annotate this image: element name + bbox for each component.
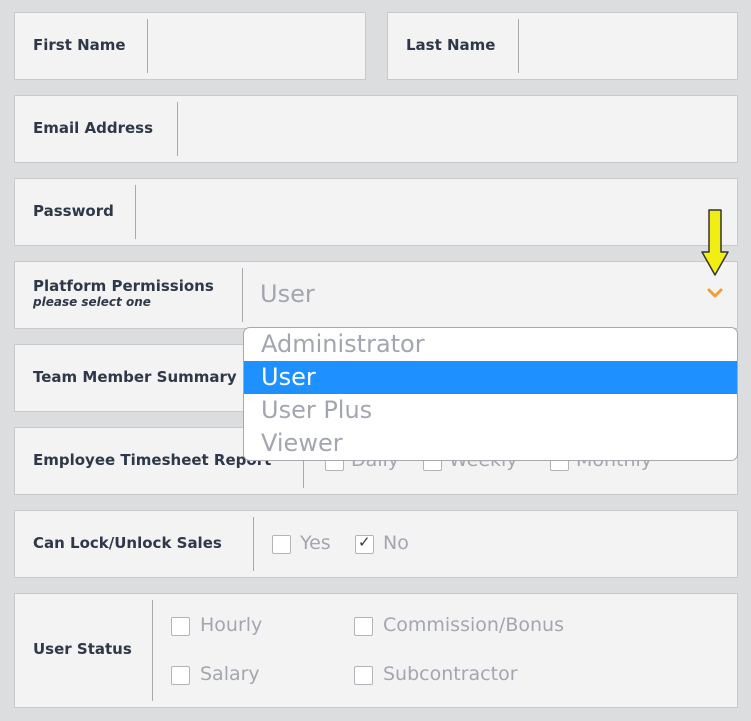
lock-yes-checkbox[interactable] [272, 535, 291, 554]
last-name-row: Last Name [387, 12, 738, 80]
down-arrow-annotation-icon [701, 209, 729, 276]
lock-sales-row: Can Lock/Unlock Sales Yes No [14, 510, 738, 578]
commission-bonus-label: Commission/Bonus [383, 614, 564, 636]
email-label: Email Address [33, 119, 154, 137]
lock-no-label: No [383, 532, 409, 554]
team-summary-label: Team Member Summary [33, 368, 237, 386]
subcontractor-label: Subcontractor [383, 663, 518, 685]
lock-yes-label: Yes [300, 532, 331, 554]
email-row: Email Address [14, 95, 738, 163]
permissions-label: Platform Permissions [33, 277, 214, 295]
permissions-hint: please select one [33, 295, 151, 309]
permissions-dropdown-list: Administrator User User Plus Viewer [243, 327, 738, 461]
permissions-select[interactable]: User [244, 262, 737, 328]
dropdown-option-user[interactable]: User [244, 361, 737, 394]
first-name-input[interactable] [149, 13, 365, 79]
separator [135, 185, 136, 239]
password-label: Password [33, 202, 114, 220]
first-name-label: First Name [33, 36, 126, 54]
hourly-label: Hourly [200, 614, 263, 636]
last-name-label: Last Name [406, 36, 496, 54]
dropdown-option-administrator[interactable]: Administrator [244, 328, 737, 361]
separator [518, 19, 519, 73]
timesheet-label: Employee Timesheet Report [33, 451, 272, 469]
user-status-label: User Status [33, 640, 132, 658]
permissions-selected-value: User [260, 280, 315, 308]
commission-bonus-checkbox[interactable] [354, 617, 373, 636]
salary-checkbox[interactable] [171, 666, 190, 685]
separator [152, 600, 153, 701]
salary-label: Salary [200, 663, 260, 685]
last-name-input[interactable] [520, 13, 737, 79]
first-name-row: First Name [14, 12, 366, 80]
dropdown-option-viewer[interactable]: Viewer [244, 427, 737, 460]
chevron-down-icon[interactable] [707, 287, 723, 299]
separator [177, 102, 178, 156]
password-input[interactable] [137, 179, 737, 245]
email-input[interactable] [179, 96, 737, 162]
subcontractor-checkbox[interactable] [354, 666, 373, 685]
separator [147, 19, 148, 73]
hourly-checkbox[interactable] [171, 617, 190, 636]
password-row: Password [14, 178, 738, 246]
user-status-row: User Status Hourly Commission/Bonus Sala… [14, 593, 738, 708]
separator [242, 268, 243, 322]
permissions-row: Platform Permissions please select one U… [14, 261, 738, 329]
lock-sales-label: Can Lock/Unlock Sales [33, 534, 222, 552]
separator [253, 517, 254, 571]
dropdown-option-user-plus[interactable]: User Plus [244, 394, 737, 427]
lock-no-checkbox[interactable] [355, 533, 374, 554]
